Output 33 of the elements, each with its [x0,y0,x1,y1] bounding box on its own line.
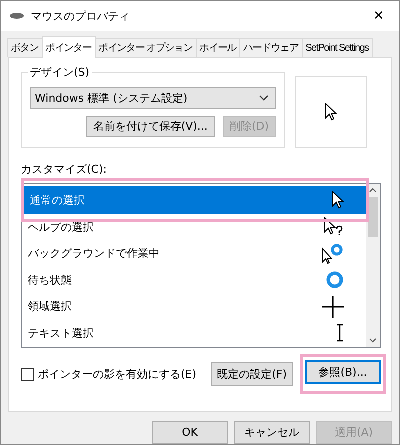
browse-button[interactable]: 参照(B)... [305,360,381,384]
save-as-button[interactable]: 名前を付けて保存(V)... [86,116,215,137]
arrow-cursor-icon [325,103,337,121]
tab[interactable]: ポインター [42,36,96,58]
cursor-list-item[interactable]: バックグラウンドで作業中 [22,240,366,267]
cursor-list-item[interactable]: 領域選択 [22,294,366,320]
mouse-icon [9,12,25,20]
help-cursor-icon [324,217,344,238]
cursor-list-item[interactable]: 通常の選択 [24,186,366,214]
cursor-list-item[interactable]: 待ち状態 [22,267,366,294]
working-cursor-icon [322,244,344,264]
scrollbar[interactable] [366,184,380,347]
cursor-list-item[interactable]: テキスト選択 [22,320,366,346]
arrow-cursor-icon [332,191,344,209]
busy-cursor-icon [326,271,344,290]
cursor-list-item[interactable]: ヘルプの選択 [22,214,366,240]
text-cursor-icon [336,324,344,342]
chevron-icon [259,95,269,101]
scroll-up-icon[interactable] [369,188,377,193]
checkbox[interactable] [21,368,34,380]
dialog-button[interactable]: OK [152,421,228,444]
default-button[interactable]: 既定の設定(F) [211,362,293,386]
scroll-down-icon[interactable] [369,338,377,343]
design-dropdown[interactable]: Windows 標準 (システム設定) [30,87,276,109]
tab[interactable]: ボタン [7,38,43,57]
customize-label: カスタマイズ(C): [21,162,108,177]
scroll-thumb[interactable] [368,197,378,237]
window-title: マウスのプロパティ [31,8,131,24]
tab[interactable]: SetPoint Settings [302,38,373,57]
group-label: デザイン(S) [28,65,92,80]
dialog-button[interactable]: キャンセル [234,421,310,444]
crosshair-cursor-icon [322,296,344,318]
checkbox-label: ポインターの影を有効にする(E) [38,366,197,382]
